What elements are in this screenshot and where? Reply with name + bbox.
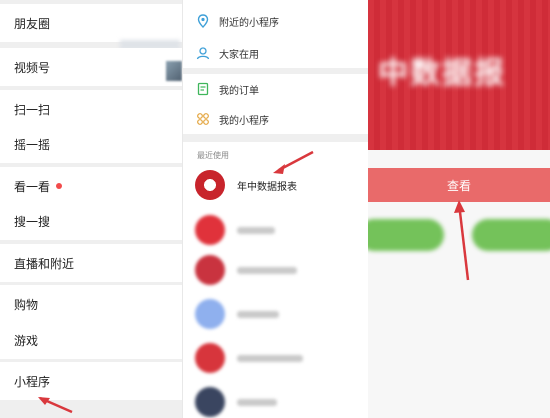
mini-program-detail-panel: 中数据报 查看 [368, 0, 550, 418]
mini-program-panel: 附近的小程序 大家在用 我的订单 我的小程序 最近使用 年中数据报表 [182, 0, 370, 418]
discover-panel: 朋友圈 视频号 扫一扫 摇一摇 看一看 搜一搜 直播和附近 购物 游戏 小程序 [0, 0, 182, 418]
arrow-annotation [454, 200, 470, 281]
arrow-annotation [273, 150, 314, 174]
arrow-annotation [38, 396, 73, 414]
